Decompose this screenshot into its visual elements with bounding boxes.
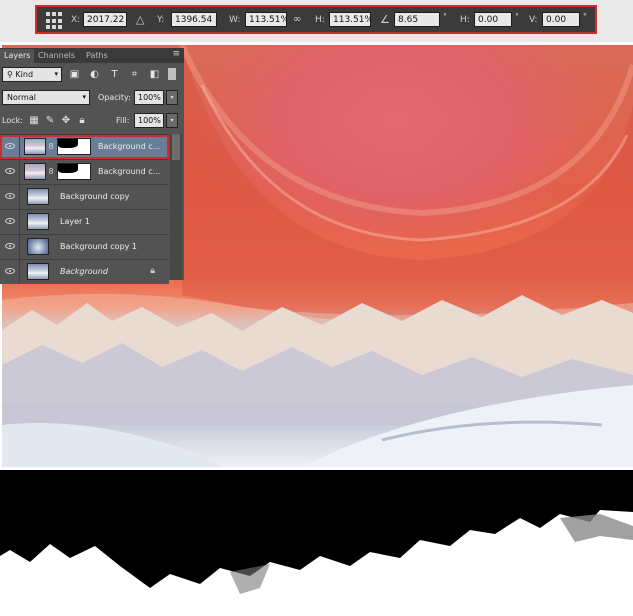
lock-transparent-pixels-icon[interactable]: ▦ xyxy=(28,113,40,128)
fill-label: Fill: xyxy=(116,116,130,125)
chevron-down-icon: ▾ xyxy=(54,70,58,78)
skew-h-label: H: xyxy=(460,15,470,25)
visibility-toggle[interactable] xyxy=(0,260,20,284)
lock-all-icon[interactable]: 🔒︎ xyxy=(76,113,88,128)
eye-icon xyxy=(5,218,15,224)
height-field[interactable]: 113.51% xyxy=(329,12,371,27)
eye-icon xyxy=(5,168,15,174)
opacity-label: Opacity: xyxy=(98,93,131,102)
eye-icon xyxy=(5,243,15,249)
blend-row: Normal ▾ Opacity: 100% ▾ xyxy=(2,90,182,106)
layer-thumbnail xyxy=(27,263,49,280)
layers-scrollbar[interactable] xyxy=(170,134,182,280)
blend-mode-value: Normal xyxy=(7,93,36,102)
eye-icon xyxy=(5,268,15,274)
width-label: W: xyxy=(229,15,241,25)
visibility-toggle[interactable] xyxy=(0,160,20,184)
lock-position-icon[interactable]: ✥ xyxy=(60,113,72,128)
smart-object-filter-icon[interactable]: ◧ xyxy=(148,68,161,81)
layer-thumbnail xyxy=(27,238,49,255)
y-label: Y: xyxy=(157,15,165,25)
layer-thumbnail xyxy=(27,188,49,205)
chain-link-icon[interactable]: 8 xyxy=(48,166,54,177)
type-filter-icon[interactable]: T xyxy=(108,68,121,81)
layer-name[interactable]: Background xyxy=(60,260,140,284)
visibility-toggle[interactable] xyxy=(0,185,20,209)
layers-panel: Layers Channels Paths ≡ ⚲ Kind ▾ ▣ ◐ T ⌗… xyxy=(0,48,184,284)
kind-filter-value: Kind xyxy=(15,70,34,79)
width-field[interactable]: 113.51% xyxy=(245,12,287,27)
layer-row[interactable]: Background copy 1 xyxy=(0,234,169,259)
layer-row[interactable]: Background 🔒︎ xyxy=(0,259,169,284)
layer-row[interactable]: 8 Background c... xyxy=(0,134,169,159)
opacity-field[interactable]: 100% xyxy=(134,90,164,105)
kind-filter-dropdown[interactable]: ⚲ Kind ▾ xyxy=(2,67,62,82)
layer-thumbnail xyxy=(24,163,46,180)
rotate-angle-icon: ∠ xyxy=(380,13,390,26)
x-label: X: xyxy=(71,15,81,25)
mask-artwork xyxy=(0,470,633,594)
layer-mask-preview xyxy=(0,470,633,616)
skew-v-label: V: xyxy=(529,15,538,25)
y-position-field[interactable]: 1396.54 p xyxy=(171,12,217,27)
tab-channels[interactable]: Channels xyxy=(34,49,79,63)
x-position-field[interactable]: 2017.22 p xyxy=(83,12,127,27)
skew-v-degree: ° xyxy=(583,12,587,21)
lock-row: Lock: ▦ ✎ ✥ 🔒︎ Fill: 100% ▾ xyxy=(2,113,182,129)
skew-h-field[interactable]: 0.00 xyxy=(474,12,512,27)
tab-paths[interactable]: Paths xyxy=(82,49,112,63)
panel-menu-icon[interactable]: ≡ xyxy=(172,49,180,59)
lock-icon: 🔒︎ xyxy=(150,266,155,276)
chevron-down-icon: ▾ xyxy=(82,93,86,101)
pixel-filter-icon[interactable]: ▣ xyxy=(68,68,81,81)
fill-field[interactable]: 100% xyxy=(134,113,164,128)
lock-label: Lock: xyxy=(2,116,23,125)
eye-icon xyxy=(5,193,15,199)
link-icon[interactable]: ∞ xyxy=(293,13,301,26)
blend-mode-dropdown[interactable]: Normal ▾ xyxy=(2,90,90,105)
scrollbar-thumb[interactable] xyxy=(172,134,180,160)
rotate-field[interactable]: 8.65 xyxy=(394,12,440,27)
layer-name[interactable]: Background copy 1 xyxy=(60,235,165,259)
layer-thumbnail xyxy=(27,213,49,230)
adjustment-filter-icon[interactable]: ◐ xyxy=(88,68,101,81)
filter-toggle[interactable] xyxy=(168,68,176,80)
skew-h-degree: ° xyxy=(515,12,519,21)
reference-point-icon[interactable] xyxy=(45,11,65,31)
shape-filter-icon[interactable]: ⌗ xyxy=(128,68,141,81)
layer-mask-thumbnail[interactable] xyxy=(57,163,91,180)
panel-tab-bar: Layers Channels Paths ≡ xyxy=(0,48,184,63)
layer-row[interactable]: Layer 1 xyxy=(0,209,169,234)
visibility-toggle[interactable] xyxy=(0,235,20,259)
layer-name[interactable]: Layer 1 xyxy=(60,210,165,234)
layer-name[interactable]: Background copy xyxy=(60,185,165,209)
height-label: H: xyxy=(315,15,325,25)
selection-highlight xyxy=(0,135,169,159)
options-bar-container: X: 2017.22 p △ Y: 1396.54 p W: 113.51% ∞… xyxy=(0,0,633,42)
visibility-toggle[interactable] xyxy=(0,210,20,234)
filter-row: ⚲ Kind ▾ ▣ ◐ T ⌗ ◧ xyxy=(2,67,182,83)
layer-name[interactable]: Background c... xyxy=(98,160,166,184)
delta-icon[interactable]: △ xyxy=(136,13,144,26)
opacity-stepper[interactable]: ▾ xyxy=(166,90,178,105)
tab-layers[interactable]: Layers xyxy=(0,49,35,63)
transform-options-bar: X: 2017.22 p △ Y: 1396.54 p W: 113.51% ∞… xyxy=(35,5,597,34)
rotate-degree: ° xyxy=(443,12,447,21)
layer-row[interactable]: Background copy xyxy=(0,184,169,209)
layer-list: 8 Background c... 8 Background c... Back… xyxy=(0,134,184,284)
layer-row[interactable]: 8 Background c... xyxy=(0,159,169,184)
skew-v-field[interactable]: 0.00 xyxy=(542,12,580,27)
fill-stepper[interactable]: ▾ xyxy=(166,113,178,128)
lock-image-pixels-icon[interactable]: ✎ xyxy=(44,113,56,128)
